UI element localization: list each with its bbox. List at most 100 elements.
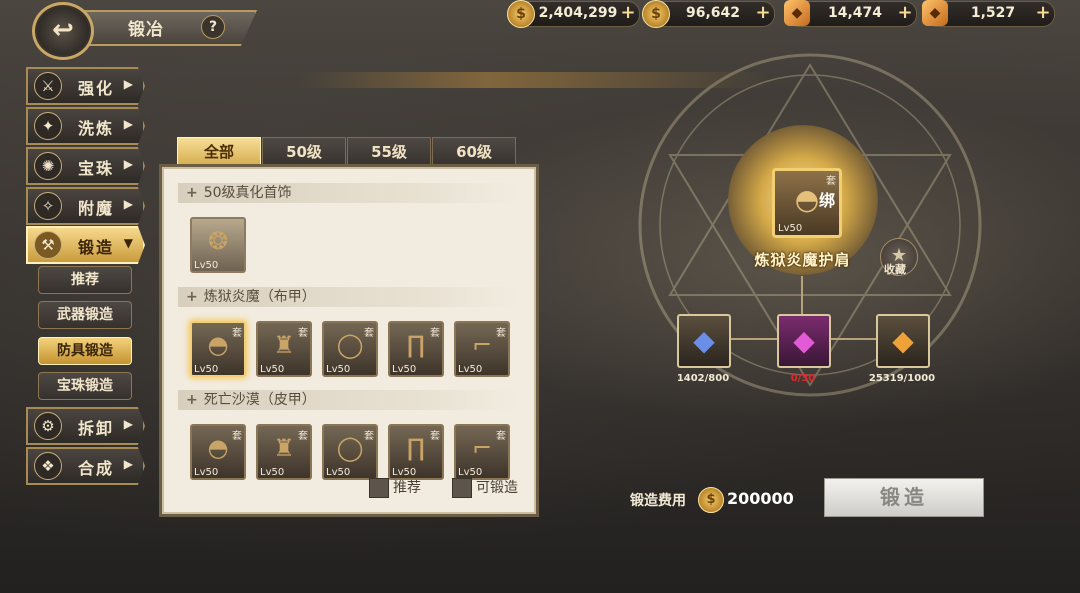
set-badge: 套 xyxy=(364,328,374,339)
equipment-slot[interactable]: ◓ Lv50 套 xyxy=(190,424,246,480)
expand-icon: + xyxy=(186,289,198,305)
equipment-slot[interactable]: ♜ Lv50 套 xyxy=(256,424,312,480)
tab-level[interactable]: 50级 xyxy=(262,137,346,167)
item-level: Lv50 xyxy=(392,467,417,478)
orb-icon: ✺ xyxy=(34,152,62,180)
equipment-slot[interactable]: ⌐ Lv50 套 xyxy=(454,424,510,480)
tab-level[interactable]: 55级 xyxy=(347,137,431,167)
page-title: 锻冶 xyxy=(128,20,164,40)
gold-coin-icon: $ xyxy=(698,487,724,513)
currency-value: 14,474 xyxy=(827,5,883,21)
nav-item-label: 洗炼 xyxy=(78,119,115,138)
filter-checkbox[interactable]: 可锻造 xyxy=(452,478,518,498)
set-badge: 套 xyxy=(232,328,242,339)
checkbox[interactable] xyxy=(452,478,472,498)
add-currency-button[interactable]: + xyxy=(896,4,914,22)
forge-button[interactable]: 锻造 xyxy=(824,478,984,517)
checkbox[interactable] xyxy=(369,478,389,498)
currency-value: 96,642 xyxy=(685,5,741,21)
filter-label: 推荐 xyxy=(393,480,421,496)
set-badge: 套 xyxy=(496,431,506,442)
nav-item-2[interactable]: ✦ 洗炼 ▶ xyxy=(26,107,145,145)
material-slot[interactable]: ◆ xyxy=(777,314,831,368)
section-title: 炼狱炎魔（布甲） xyxy=(203,289,316,305)
nav-item-label: 锻造 xyxy=(78,238,115,257)
amber-crystal-icon: ◆ xyxy=(922,0,948,26)
chevron-right-icon: ▶ xyxy=(123,417,133,431)
nav-item-label: 拆卸 xyxy=(78,419,115,438)
tab-level[interactable]: 全部 xyxy=(177,137,261,167)
currency-counter: $96,642 + xyxy=(642,0,775,28)
expand-icon: + xyxy=(186,185,198,201)
nav-subitem[interactable]: 推荐 xyxy=(38,266,132,294)
equipment-slot[interactable]: ❂ Lv50 xyxy=(190,217,246,273)
chevron-down-icon: ▼ xyxy=(123,236,133,250)
set-badge: 套 xyxy=(364,431,374,442)
item-level: Lv50 xyxy=(458,467,483,478)
favorite-label: 收藏 xyxy=(884,263,906,276)
section-title: 50级真化首饰 xyxy=(203,185,292,201)
section-header[interactable]: + 炼狱炎魔（布甲） xyxy=(178,287,520,307)
item-level: Lv50 xyxy=(260,364,285,375)
gold-coin-icon: $ xyxy=(507,0,535,28)
add-currency-button[interactable]: + xyxy=(1034,4,1052,22)
nav-item-7[interactable]: ❖ 合成 ▶ xyxy=(26,447,145,485)
help-button[interactable]: ? xyxy=(201,15,225,39)
refine-icon: ✦ xyxy=(34,112,62,140)
item-level: Lv50 xyxy=(194,364,219,375)
nav-item-4[interactable]: ✧ 附魔 ▶ xyxy=(26,187,145,225)
nav-item-label: 合成 xyxy=(78,459,115,478)
equipment-slot[interactable]: ⌐ Lv50 套 xyxy=(454,321,510,377)
set-badge: 套 xyxy=(298,431,308,442)
material-count: 0/30 xyxy=(790,373,816,384)
nav-item-6[interactable]: ⚙ 拆卸 ▶ xyxy=(26,407,145,445)
currency-counter: ◆ 14,474 + xyxy=(784,0,917,27)
equipment-slot[interactable]: ∏ Lv50 套 xyxy=(388,321,444,377)
item-level: Lv50 xyxy=(326,364,351,375)
header: ↩ 锻冶 ? xyxy=(0,0,260,60)
nav-item-label: 宝珠 xyxy=(78,159,115,178)
equipment-slot[interactable]: ∏ Lv50 套 xyxy=(388,424,444,480)
nav-item-5[interactable]: ⚒ 锻造 ▼ xyxy=(26,226,145,264)
add-currency-button[interactable]: + xyxy=(619,4,637,22)
anvil-icon: ⚒ xyxy=(34,231,62,259)
set-badge: 套 xyxy=(826,176,836,187)
chevron-right-icon: ▶ xyxy=(123,157,133,171)
filter-checkbox[interactable]: 推荐 xyxy=(369,478,421,498)
item-level: Lv50 xyxy=(778,223,803,234)
selected-item-slot[interactable]: ◓ 套 绑 Lv50 xyxy=(772,168,842,238)
nav-item-3[interactable]: ✺ 宝珠 ▶ xyxy=(26,147,145,185)
currency-value: 1,527 xyxy=(970,5,1016,21)
material-slot[interactable]: ◆ xyxy=(677,314,731,368)
dismantle-icon: ⚙ xyxy=(34,412,62,440)
blue-crystal-icon: ◆ xyxy=(693,324,715,357)
back-button[interactable]: ↩ xyxy=(32,2,94,60)
filter-label: 可锻造 xyxy=(476,480,518,496)
item-level: Lv50 xyxy=(260,467,285,478)
section-header[interactable]: +50级真化首饰 xyxy=(178,183,520,203)
nav-item-1[interactable]: ⚔ 强化 ▶ xyxy=(26,67,145,105)
nav-item-label: 附魔 xyxy=(78,199,115,218)
connector-line xyxy=(801,276,803,314)
header-decoration-bar xyxy=(300,72,770,88)
section-header[interactable]: + 死亡沙漠（皮甲） xyxy=(178,390,520,410)
equipment-slot[interactable]: ◓ Lv50 套 xyxy=(190,321,246,377)
enchant-icon: ✧ xyxy=(34,192,62,220)
expand-icon: + xyxy=(186,392,198,408)
equipment-slot[interactable]: ◯ Lv50 套 xyxy=(322,424,378,480)
equipment-slot[interactable]: ♜ Lv50 套 xyxy=(256,321,312,377)
add-currency-button[interactable]: + xyxy=(754,4,772,22)
selected-item-name: 炼狱炎魔护肩 xyxy=(754,251,851,269)
equipment-slot[interactable]: ◯ Lv50 套 xyxy=(322,321,378,377)
currency-value: 2,404,299 xyxy=(538,5,618,21)
material-slot[interactable]: ◆ xyxy=(876,314,930,368)
enhance-icon: ⚔ xyxy=(34,72,62,100)
nav-subitem[interactable]: 防具锻造 xyxy=(38,337,132,365)
material-count: 25319/1000 xyxy=(868,373,936,384)
tab-level[interactable]: 60级 xyxy=(432,137,516,167)
chevron-right-icon: ▶ xyxy=(123,457,133,471)
item-level: Lv50 xyxy=(326,467,351,478)
nav-subitem[interactable]: 宝珠锻造 xyxy=(38,372,132,400)
material-count: 1402/800 xyxy=(676,373,730,384)
nav-subitem[interactable]: 武器锻造 xyxy=(38,301,132,329)
